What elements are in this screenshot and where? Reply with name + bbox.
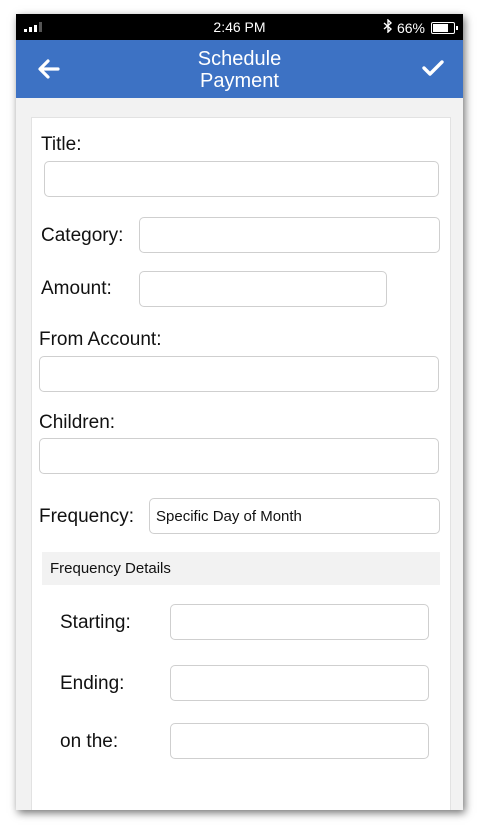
battery-icon — [431, 21, 458, 34]
nav-bar: Schedule Payment — [16, 40, 463, 98]
frequency-select[interactable]: Specific Day of Month — [149, 498, 440, 534]
from-account-label: From Account: — [39, 329, 162, 350]
payment-form: Title: Category: Amount: From Account: C… — [31, 117, 451, 810]
starting-label: Starting: — [60, 612, 131, 633]
on-the-input[interactable] — [170, 723, 429, 759]
bluetooth-icon — [383, 18, 393, 36]
phone-screen: 2:46 PM 66% Schedule Payment Title: Cate… — [16, 14, 463, 810]
category-label: Category: — [41, 225, 124, 246]
status-right: 66% — [383, 18, 458, 36]
page-title: Schedule Payment — [16, 48, 463, 92]
amount-input[interactable] — [139, 271, 387, 307]
status-bar: 2:46 PM 66% — [16, 14, 463, 40]
title-input[interactable] — [44, 161, 439, 197]
ending-label: Ending: — [60, 673, 125, 694]
from-account-input[interactable] — [39, 356, 439, 392]
children-input[interactable] — [39, 438, 439, 474]
amount-label: Amount: — [41, 278, 112, 299]
title-label: Title: — [41, 134, 82, 155]
battery-percent: 66% — [396, 19, 425, 36]
checkmark-icon[interactable] — [419, 54, 447, 82]
page-title-line2: Payment — [200, 70, 279, 92]
children-label: Children: — [39, 412, 116, 433]
category-input[interactable] — [139, 217, 440, 253]
on-the-label: on the: — [60, 731, 119, 752]
page-title-line1: Schedule — [197, 48, 282, 70]
ending-date-input[interactable] — [170, 665, 429, 701]
frequency-details-header: Frequency Details — [42, 552, 440, 585]
frequency-label: Frequency: — [39, 506, 135, 527]
starting-date-input[interactable] — [170, 604, 429, 640]
